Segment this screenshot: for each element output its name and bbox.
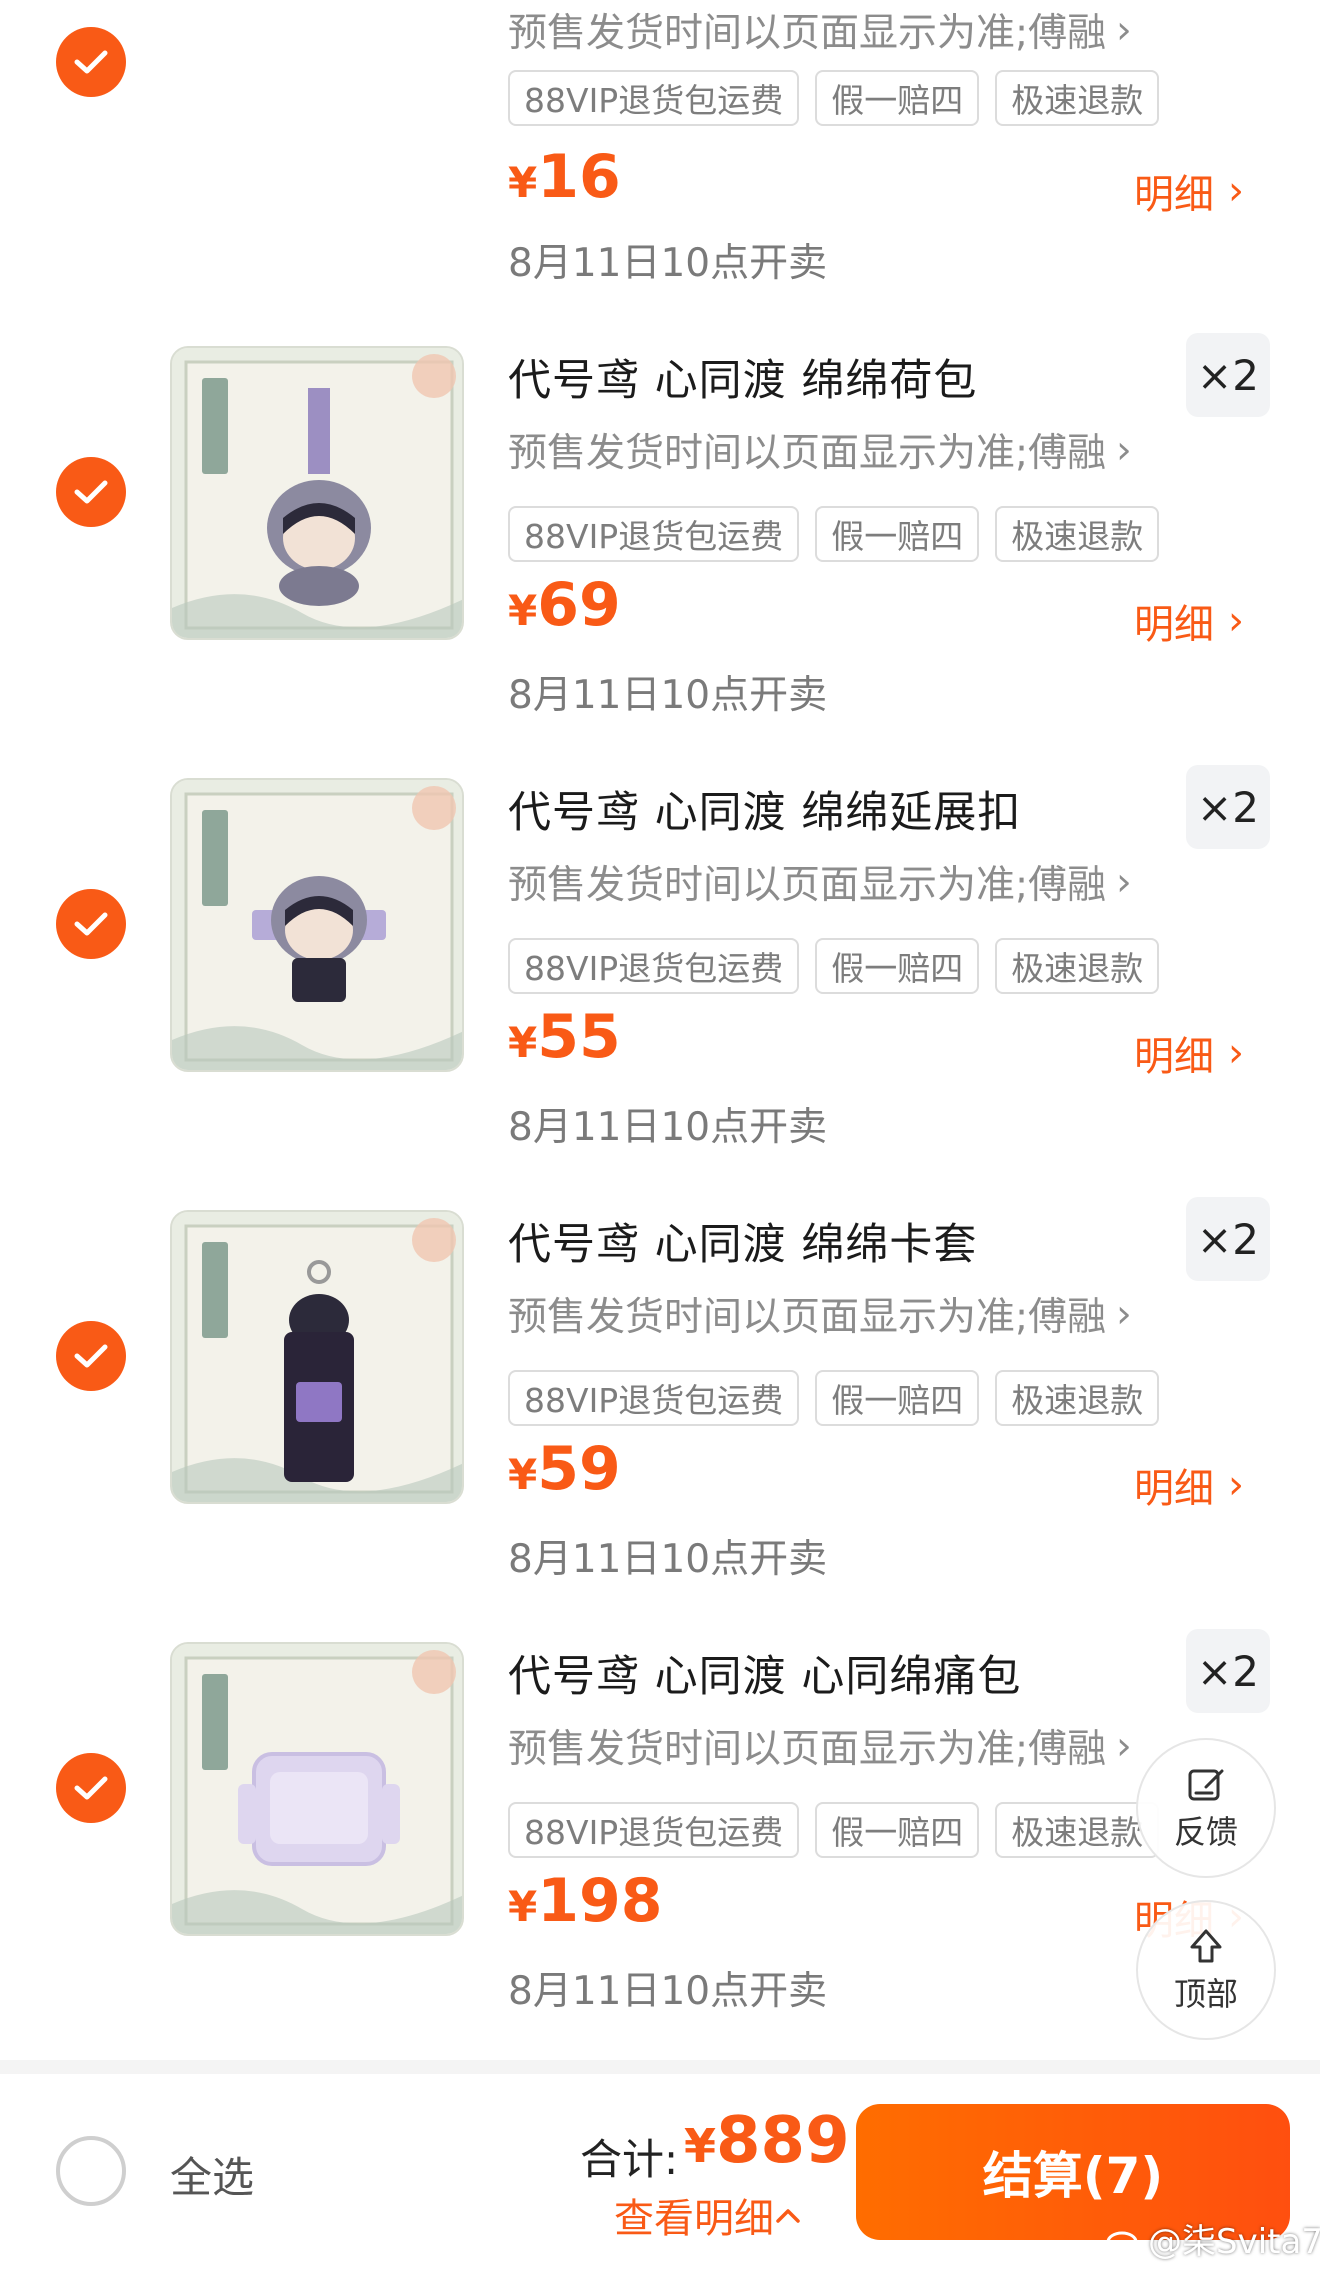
item-title[interactable]: 代号鸢 心同渡 绵绵荷包 — [508, 346, 977, 408]
sale-time: 8月11日10点开卖 — [508, 1105, 828, 1150]
cart-item: 代号鸢 心同渡 绵绵卡套 ×2 预售发货时间以页面显示为准;傅融 › 88VIP退… — [0, 1194, 1320, 1626]
chevron-right-icon: › — [1116, 1291, 1132, 1337]
item-quantity[interactable]: ×2 — [1186, 765, 1270, 849]
item-detail-link[interactable]: 明细› — [1134, 162, 1244, 220]
section-divider — [0, 2060, 1320, 2074]
chevron-right-icon: › — [1228, 168, 1244, 214]
total-amount: ¥889 — [684, 2104, 850, 2178]
weibo-icon — [1106, 2231, 1138, 2252]
cart-item-list: 预售发货时间以页面显示为准;傅融 › 88VIP退货包运费 假一赔四 极速退款 ¥… — [0, 0, 1320, 2060]
item-quantity[interactable]: ×2 — [1186, 1197, 1270, 1281]
tag-fake-compensation: 假一赔四 — [815, 1370, 980, 1426]
top-label: 顶部 — [1173, 1975, 1238, 2013]
checkmark-icon — [74, 1344, 108, 1368]
item-price: ¥69 — [508, 570, 621, 640]
chevron-right-icon: › — [1116, 427, 1132, 473]
chevron-right-icon: › — [1228, 1030, 1244, 1076]
item-title[interactable]: 代号鸢 心同渡 心同绵痛包 — [508, 1642, 1021, 1704]
total-label: 合计: — [580, 2135, 679, 2184]
service-tags: 88VIP退货包运费 假一赔四 极速退款 — [508, 1802, 1160, 1858]
tag-fast-refund: 极速退款 — [995, 1802, 1160, 1858]
sale-time: 8月11日10点开卖 — [508, 1537, 828, 1582]
tag-88vip: 88VIP退货包运费 — [508, 70, 800, 126]
item-variant-desc[interactable]: 预售发货时间以页面显示为准;傅融 › — [508, 854, 1132, 910]
sale-time: 8月11日10点开卖 — [508, 673, 828, 718]
item-variant-desc[interactable]: 预售发货时间以页面显示为准;傅融 › — [508, 1286, 1132, 1342]
product-image — [172, 780, 462, 1070]
item-title[interactable]: 代号鸢 心同渡 绵绵延展扣 — [508, 778, 1021, 840]
item-checkbox-checked[interactable] — [56, 1753, 126, 1823]
chevron-right-icon: › — [1228, 1462, 1244, 1508]
cart-item: 代号鸢 心同渡 心同绵痛包 ×2 预售发货时间以页面显示为准;傅融 › 88VIP… — [0, 1626, 1320, 2058]
product-thumbnail[interactable] — [170, 346, 464, 640]
item-price: ¥16 — [508, 142, 621, 212]
cart-item: 代号鸢 心同渡 绵绵荷包 ×2 预售发货时间以页面显示为准;傅融 › 88VIP退… — [0, 330, 1320, 762]
weibo-watermark: @柒Svita7 — [1106, 2214, 1320, 2263]
tag-fast-refund: 极速退款 — [995, 70, 1160, 126]
service-tags: 88VIP退货包运费 假一赔四 极速退款 — [508, 70, 1160, 126]
tag-fast-refund: 极速退款 — [995, 1370, 1160, 1426]
tag-88vip: 88VIP退货包运费 — [508, 506, 800, 562]
chevron-right-icon: › — [1116, 7, 1132, 53]
checkmark-icon — [74, 480, 108, 504]
chevron-up-icon — [776, 2209, 800, 2223]
item-price: ¥198 — [508, 1866, 663, 1936]
item-checkbox-checked[interactable] — [56, 889, 126, 959]
chevron-right-icon: › — [1228, 598, 1244, 644]
service-tags: 88VIP退货包运费 假一赔四 极速退款 — [508, 506, 1160, 562]
arrow-up-icon — [1190, 1929, 1222, 1963]
sale-time: 8月11日10点开卖 — [508, 1969, 828, 2014]
item-checkbox-checked[interactable] — [56, 27, 126, 97]
item-quantity[interactable]: ×2 — [1186, 333, 1270, 417]
item-variant-desc[interactable]: 预售发货时间以页面显示为准;傅融 › — [508, 1718, 1132, 1774]
item-variant-desc[interactable]: 预售发货时间以页面显示为准;傅融 › — [508, 2, 1132, 58]
item-detail-link[interactable]: 明细› — [1134, 592, 1244, 650]
sale-time: 8月11日10点开卖 — [508, 241, 828, 286]
item-checkbox-checked[interactable] — [56, 1321, 126, 1391]
product-thumbnail[interactable] — [170, 1642, 464, 1936]
product-image — [172, 1212, 462, 1502]
checkout-bar: 全选 合计: ¥889 查看明细 结算(7) @柒Svita7 — [0, 2074, 1320, 2271]
item-price: ¥59 — [508, 1434, 621, 1504]
item-quantity[interactable]: ×2 — [1186, 1629, 1270, 1713]
product-thumbnail[interactable] — [170, 1210, 464, 1504]
checkmark-icon — [74, 50, 108, 74]
tag-88vip: 88VIP退货包运费 — [508, 938, 800, 994]
feedback-label: 反馈 — [1173, 1813, 1238, 1851]
cart-item: 代号鸢 心同渡 绵绵延展扣 ×2 预售发货时间以页面显示为准;傅融 › 88VIP… — [0, 762, 1320, 1194]
cart-item: 预售发货时间以页面显示为准;傅融 › 88VIP退货包运费 假一赔四 极速退款 ¥… — [0, 0, 1320, 286]
item-checkbox-checked[interactable] — [56, 457, 126, 527]
service-tags: 88VIP退货包运费 假一赔四 极速退款 — [508, 1370, 1160, 1426]
product-thumbnail[interactable] — [170, 778, 464, 1072]
select-all-checkbox[interactable] — [56, 2136, 126, 2206]
tag-fake-compensation: 假一赔四 — [815, 70, 980, 126]
edit-feedback-icon — [1188, 1769, 1224, 1801]
item-variant-desc[interactable]: 预售发货时间以页面显示为准;傅融 › — [508, 422, 1132, 478]
tag-fake-compensation: 假一赔四 — [815, 938, 980, 994]
see-detail-link[interactable]: 查看明细 — [614, 2186, 802, 2244]
select-all-label[interactable]: 全选 — [170, 2144, 254, 2205]
item-detail-link[interactable]: 明细› — [1134, 1456, 1244, 1514]
back-to-top-button[interactable]: 顶部 — [1136, 1900, 1276, 2040]
product-image — [172, 348, 462, 638]
tag-88vip: 88VIP退货包运费 — [508, 1802, 800, 1858]
checkmark-icon — [74, 1776, 108, 1800]
feedback-float-button[interactable]: 反馈 — [1136, 1738, 1276, 1878]
checkmark-icon — [74, 912, 108, 936]
tag-fake-compensation: 假一赔四 — [815, 1802, 980, 1858]
item-detail-link[interactable]: 明细› — [1134, 1024, 1244, 1082]
tag-fake-compensation: 假一赔四 — [815, 506, 980, 562]
chevron-right-icon: › — [1116, 859, 1132, 905]
tag-fast-refund: 极速退款 — [995, 506, 1160, 562]
item-title[interactable]: 代号鸢 心同渡 绵绵卡套 — [508, 1210, 977, 1272]
tag-fast-refund: 极速退款 — [995, 938, 1160, 994]
item-price: ¥55 — [508, 1002, 621, 1072]
service-tags: 88VIP退货包运费 假一赔四 极速退款 — [508, 938, 1160, 994]
product-image — [172, 1644, 462, 1934]
chevron-right-icon: › — [1116, 1723, 1132, 1769]
tag-88vip: 88VIP退货包运费 — [508, 1370, 800, 1426]
